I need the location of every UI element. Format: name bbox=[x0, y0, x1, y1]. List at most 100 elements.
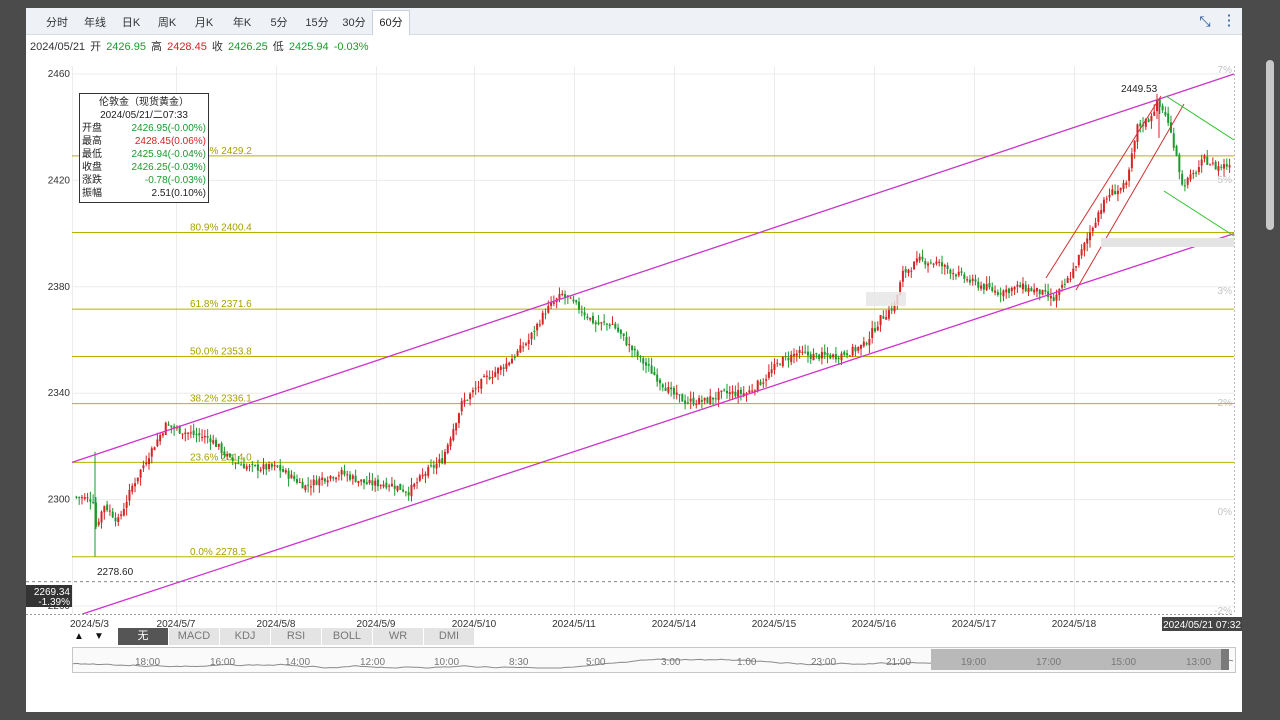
candle-body bbox=[312, 479, 315, 486]
candle-body bbox=[580, 311, 583, 313]
candle-body bbox=[1005, 289, 1008, 293]
candle-body bbox=[795, 353, 798, 356]
candle-body bbox=[988, 283, 991, 288]
candle-body bbox=[1083, 242, 1086, 251]
candle-body bbox=[1228, 165, 1231, 168]
candle-body bbox=[307, 484, 310, 486]
candle-body bbox=[564, 294, 567, 298]
indicator-wr[interactable]: WR bbox=[373, 628, 424, 645]
candle-body bbox=[201, 436, 204, 438]
candle-body bbox=[678, 394, 681, 396]
time-navigator[interactable]: 18:00 16:00 14:00 12:00 10:00 8:30 5:00 3:00 1:0… bbox=[72, 647, 1236, 673]
candle-body bbox=[491, 376, 494, 378]
candle-body bbox=[695, 404, 698, 406]
candle-body bbox=[276, 465, 279, 467]
indicator-none[interactable]: 无 bbox=[118, 628, 169, 645]
indicator-macd[interactable]: MACD bbox=[169, 628, 220, 645]
candle-body bbox=[1147, 119, 1150, 122]
candle-body bbox=[245, 466, 248, 470]
tooltip-row-label: 最低 bbox=[82, 149, 102, 160]
candle-body bbox=[586, 316, 589, 319]
candle-body bbox=[435, 463, 438, 469]
candle-body bbox=[385, 482, 388, 488]
candle-body bbox=[413, 483, 416, 487]
candle-body bbox=[466, 399, 469, 401]
candle-body bbox=[656, 374, 659, 382]
candle-body bbox=[111, 511, 114, 518]
page-scrollbar[interactable] bbox=[1266, 60, 1274, 230]
candle-body bbox=[340, 469, 343, 475]
candle-body bbox=[114, 517, 117, 522]
candle-body bbox=[787, 357, 790, 361]
candle-body bbox=[1019, 284, 1022, 288]
candle-body bbox=[645, 362, 648, 366]
candle-body bbox=[189, 432, 192, 434]
candle-body bbox=[536, 323, 539, 331]
candle-body bbox=[949, 269, 952, 274]
candle-body bbox=[438, 459, 441, 463]
candle-body bbox=[879, 314, 882, 326]
fib-level-label: 80.9% 2400.4 bbox=[190, 223, 252, 234]
x-tick-label: 2024/5/16 bbox=[852, 619, 897, 630]
candle-body bbox=[86, 497, 89, 499]
candle-body bbox=[759, 381, 762, 386]
candle-body bbox=[209, 438, 212, 443]
indicator-rsi[interactable]: RSI bbox=[271, 628, 322, 645]
candle-body bbox=[282, 469, 285, 472]
x-tick-label: 2024/5/11 bbox=[552, 619, 596, 630]
pct-tick-label: 3% bbox=[1218, 286, 1233, 297]
candle-body bbox=[1153, 111, 1156, 116]
candle-body bbox=[1030, 288, 1033, 292]
fib-level-label: 23.6% 2314.0 bbox=[190, 452, 252, 463]
highlight-band bbox=[866, 292, 906, 306]
tooltip-title: 伦敦金（现货黄金） bbox=[99, 97, 189, 108]
candle-body bbox=[499, 366, 502, 371]
candle-body bbox=[890, 308, 893, 311]
candle-body bbox=[901, 270, 904, 282]
candle-body bbox=[946, 265, 949, 270]
scroll-down-button[interactable]: ▼ bbox=[92, 628, 106, 645]
candle-body bbox=[75, 496, 78, 498]
candle-body bbox=[337, 475, 340, 477]
candle-body bbox=[226, 454, 229, 457]
candle-body bbox=[725, 390, 728, 394]
candle-body bbox=[430, 465, 433, 467]
indicator-dmi[interactable]: DMI bbox=[424, 628, 475, 645]
candle-body bbox=[765, 379, 768, 381]
candle-body bbox=[941, 262, 943, 267]
candle-body bbox=[318, 478, 321, 486]
y-tick-label: 2380 bbox=[48, 282, 71, 293]
indicator-kdj[interactable]: KDJ bbox=[220, 628, 271, 645]
candle-body bbox=[712, 397, 715, 400]
candle-body bbox=[1220, 166, 1223, 168]
candle-body bbox=[538, 324, 541, 326]
fib-level-label: 38.2% 2336.1 bbox=[190, 394, 252, 405]
candle-body bbox=[980, 285, 983, 289]
candle-body bbox=[664, 387, 667, 391]
candle-body bbox=[1080, 249, 1083, 256]
candle-body bbox=[273, 465, 276, 467]
candle-body bbox=[1116, 190, 1119, 195]
navigator-tick-label: 19:00 bbox=[961, 657, 987, 668]
candle-body bbox=[106, 504, 109, 511]
candle-body bbox=[147, 458, 150, 465]
candle-body bbox=[1088, 232, 1091, 241]
candle-body bbox=[773, 363, 776, 371]
navigator-handle[interactable] bbox=[1221, 649, 1229, 670]
tooltip-row-label: 开盘 bbox=[82, 123, 102, 134]
candle-body bbox=[790, 354, 793, 363]
candle-body bbox=[368, 479, 371, 484]
candle-body bbox=[89, 499, 92, 502]
fib-level-label: 61.8% 2371.6 bbox=[190, 299, 252, 310]
candle-body bbox=[343, 470, 346, 475]
candle-body bbox=[164, 422, 167, 435]
candle-body bbox=[376, 479, 379, 487]
y-tick-label: 2300 bbox=[48, 495, 71, 506]
indicator-boll[interactable]: BOLL bbox=[322, 628, 373, 645]
candle-body bbox=[1133, 141, 1136, 152]
candle-body bbox=[734, 391, 737, 397]
scroll-up-button[interactable]: ▲ bbox=[72, 628, 86, 645]
candle-body bbox=[960, 271, 963, 273]
candle-body bbox=[927, 263, 930, 266]
candle-body bbox=[806, 351, 809, 356]
